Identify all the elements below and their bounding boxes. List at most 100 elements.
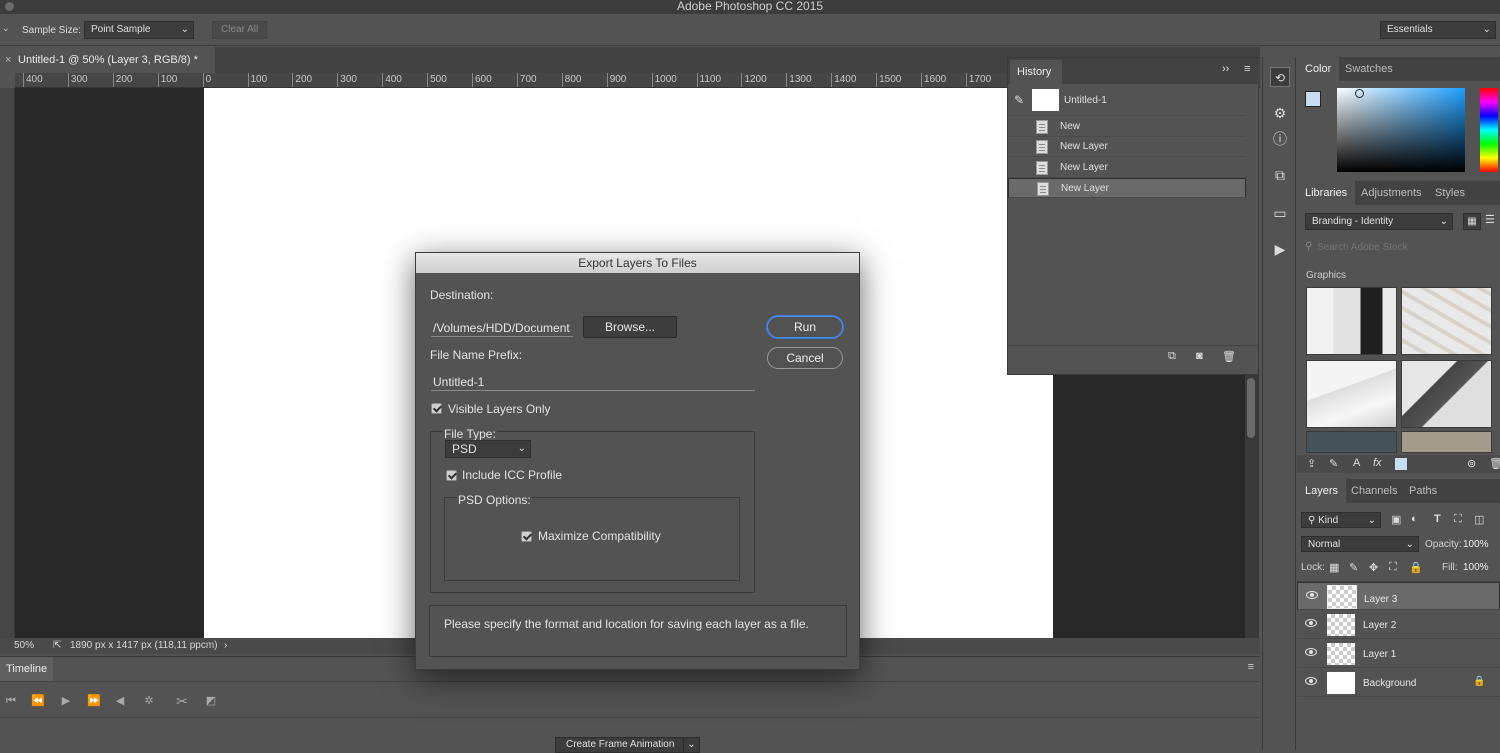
- new-document-from-state-icon[interactable]: ⧉: [1168, 350, 1176, 363]
- close-tab-icon[interactable]: ×: [5, 47, 11, 73]
- library-graphic[interactable]: [1401, 287, 1492, 355]
- eye-icon[interactable]: [1306, 591, 1318, 599]
- next-frame-icon[interactable]: ⏩: [86, 693, 102, 709]
- tab-color[interactable]: Color: [1297, 57, 1340, 81]
- opacity-value[interactable]: 100%: [1463, 539, 1489, 550]
- run-button[interactable]: Run: [767, 316, 843, 338]
- lock-pixels-icon[interactable]: ✎: [1349, 561, 1358, 574]
- lock-artboard-icon[interactable]: ⛶: [1389, 561, 1397, 574]
- grid-view-icon[interactable]: ▦: [1463, 213, 1481, 230]
- close-window-button[interactable]: [5, 2, 14, 11]
- history-panel-icon[interactable]: ⟲: [1270, 67, 1290, 87]
- hue-slider[interactable]: [1480, 88, 1498, 172]
- lock-position-icon[interactable]: ✥: [1369, 561, 1378, 574]
- eye-icon[interactable]: [1305, 648, 1317, 656]
- library-graphic[interactable]: [1401, 360, 1492, 428]
- zoom-level[interactable]: 50%: [14, 638, 34, 654]
- eye-icon[interactable]: [1305, 619, 1317, 627]
- maximize-compatibility-checkbox[interactable]: [521, 531, 532, 542]
- trash-icon[interactable]: 🗑: [1222, 350, 1236, 363]
- share-icon[interactable]: ⇱: [53, 638, 61, 654]
- tool-preset-chevron-icon[interactable]: ⌄: [2, 23, 10, 34]
- clone-source-icon[interactable]: ⧉: [1270, 165, 1290, 185]
- tab-layers[interactable]: Layers: [1297, 479, 1347, 503]
- document-tab[interactable]: × Untitled-1 @ 50% (Layer 3, RGB/8) *: [0, 47, 215, 73]
- add-color-swatch[interactable]: [1395, 458, 1407, 470]
- first-frame-icon[interactable]: ⏮: [3, 693, 19, 709]
- tab-styles[interactable]: Styles: [1427, 181, 1473, 205]
- library-graphic[interactable]: [1401, 431, 1492, 453]
- trash-icon[interactable]: 🗑: [1489, 457, 1500, 470]
- previous-frame-icon[interactable]: ⏪: [30, 693, 46, 709]
- history-snapshot[interactable]: ✎ Untitled-1: [1008, 86, 1246, 116]
- layer-row[interactable]: Layer 3: [1297, 582, 1500, 610]
- blend-mode-select[interactable]: Normal ⌄: [1301, 536, 1419, 552]
- adjustment-filter-icon[interactable]: ◐: [1411, 513, 1418, 525]
- history-item[interactable]: New Layer: [1008, 137, 1246, 157]
- timeline-tab[interactable]: Timeline: [0, 657, 54, 681]
- history-item[interactable]: New Layer: [1008, 158, 1246, 178]
- fill-value[interactable]: 100%: [1463, 562, 1489, 573]
- tab-swatches[interactable]: Swatches: [1337, 57, 1401, 81]
- library-graphic[interactable]: [1306, 360, 1397, 428]
- smart-object-filter-icon[interactable]: ◫: [1474, 513, 1484, 526]
- tab-paths[interactable]: Paths: [1401, 479, 1445, 503]
- sample-size-select[interactable]: Point Sample ⌄: [84, 21, 194, 39]
- properties-icon[interactable]: ⚙: [1270, 103, 1290, 123]
- library-graphic[interactable]: [1306, 431, 1397, 453]
- history-item[interactable]: New: [1008, 117, 1246, 137]
- add-graphic-icon[interactable]: ✎: [1329, 457, 1338, 470]
- camera-icon[interactable]: ◙: [1196, 350, 1203, 362]
- list-view-icon[interactable]: ☰: [1485, 213, 1495, 226]
- scissors-icon[interactable]: ✂: [174, 693, 190, 709]
- panel-menu-icon[interactable]: ≡: [1244, 63, 1250, 75]
- status-menu-chevron-icon[interactable]: ›: [224, 638, 227, 654]
- upload-icon[interactable]: ⇪: [1307, 457, 1316, 470]
- browse-button[interactable]: Browse...: [583, 316, 677, 338]
- clear-all-button[interactable]: Clear All: [212, 21, 268, 39]
- eye-icon[interactable]: [1305, 677, 1317, 685]
- scrollbar-thumb[interactable]: [1247, 378, 1255, 438]
- workspace-select[interactable]: Essentials ⌄: [1380, 21, 1496, 39]
- layer-row[interactable]: Layer 1: [1297, 640, 1500, 668]
- foreground-color-swatch[interactable]: [1305, 91, 1321, 107]
- cancel-button[interactable]: Cancel: [767, 347, 843, 369]
- type-filter-icon[interactable]: T: [1434, 513, 1441, 525]
- create-frame-animation-button[interactable]: Create Frame Animation ⌄: [555, 737, 700, 753]
- visible-layers-only-checkbox[interactable]: [431, 403, 442, 414]
- include-icc-profile-checkbox[interactable]: [446, 470, 457, 481]
- gear-icon[interactable]: ✲: [141, 693, 157, 709]
- tab-channels[interactable]: Channels: [1343, 479, 1405, 503]
- pixel-filter-icon[interactable]: ▣: [1391, 513, 1401, 526]
- destination-field[interactable]: [431, 319, 573, 337]
- creative-cloud-icon[interactable]: ⊚: [1467, 457, 1476, 470]
- play-action-icon[interactable]: ▶: [1270, 239, 1290, 259]
- stock-search-input[interactable]: [1315, 239, 1495, 255]
- layer-row[interactable]: Layer 2: [1297, 611, 1500, 639]
- add-text-icon[interactable]: A: [1353, 457, 1360, 469]
- history-item[interactable]: New Layer: [1008, 178, 1246, 198]
- layer-row[interactable]: Background 🔒: [1297, 669, 1500, 697]
- color-field[interactable]: [1337, 88, 1465, 172]
- add-layer-style-icon[interactable]: fx: [1373, 457, 1382, 469]
- library-graphic[interactable]: [1306, 287, 1397, 355]
- vertical-ruler[interactable]: [0, 88, 15, 638]
- panel-menu-icon[interactable]: ≡: [1248, 661, 1254, 673]
- audio-icon[interactable]: ◀: [112, 693, 128, 709]
- play-icon[interactable]: ▶: [58, 693, 74, 709]
- lock-all-icon[interactable]: 🔒: [1409, 561, 1423, 574]
- color-picker-cursor[interactable]: [1355, 89, 1364, 98]
- lock-transparent-icon[interactable]: ▦: [1329, 561, 1339, 574]
- collapse-panel-icon[interactable]: ››: [1222, 63, 1229, 75]
- library-select[interactable]: Branding - Identity ⌄: [1305, 213, 1453, 230]
- tab-adjustments[interactable]: Adjustments: [1353, 181, 1430, 205]
- transition-icon[interactable]: ◩: [203, 693, 219, 709]
- folder-icon[interactable]: ▭: [1270, 203, 1290, 223]
- tab-libraries[interactable]: Libraries: [1297, 181, 1356, 205]
- file-type-select[interactable]: PSD ⌄: [445, 440, 531, 458]
- shape-filter-icon[interactable]: ⛶: [1454, 513, 1462, 526]
- history-tab[interactable]: History: [1010, 60, 1062, 84]
- info-icon[interactable]: ⓘ: [1270, 129, 1290, 149]
- layer-filter-select[interactable]: ⚲ Kind ⌄: [1301, 512, 1381, 528]
- file-name-prefix-field[interactable]: [431, 373, 755, 391]
